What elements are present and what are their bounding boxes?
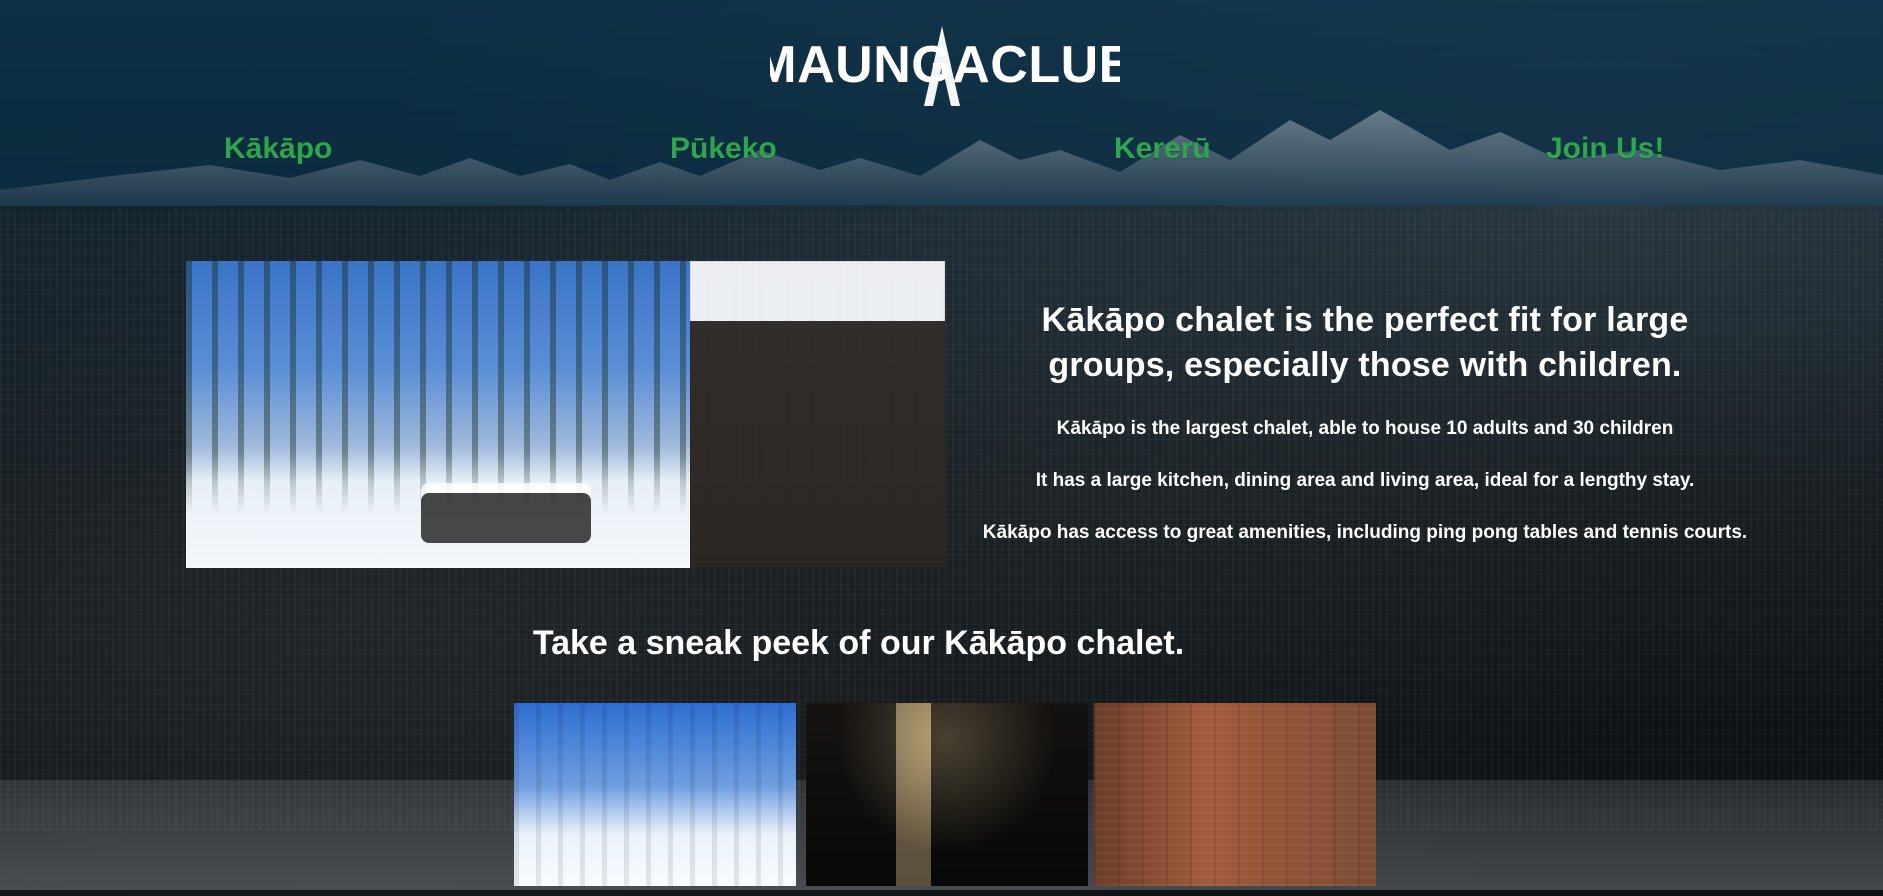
chalet-info-paragraph-2: It has a large kitchen, dining area and …	[1035, 470, 1695, 491]
gallery-thumbnail-dining[interactable]	[1094, 703, 1376, 886]
nav-item-pukeko[interactable]: Pūkeko	[670, 132, 777, 166]
hero-image	[186, 261, 945, 568]
chalet-info-paragraph-1: Kākāpo is the largest chalet, able to ho…	[1056, 418, 1674, 439]
nav-item-kakapo[interactable]: Kākāpo	[224, 132, 332, 166]
primary-nav: Kākāpo Pūkeko Kererū Join Us!	[0, 132, 1883, 182]
site-header: MAUNGACLUB Kākāpo Pūkeko Kererū Join Us!	[0, 0, 1883, 206]
logo[interactable]: MAUNGACLUB	[770, 18, 1120, 110]
chalet-gallery	[514, 703, 1376, 886]
nav-item-join-us[interactable]: Join Us!	[1546, 132, 1664, 166]
chalet-info-title: Kākāpo chalet is the perfect fit for lar…	[1041, 301, 1689, 384]
gallery-thumbnail-outdoor[interactable]	[514, 703, 796, 886]
logo-text: MAUNGACLUB	[770, 36, 1120, 94]
hero-cabin	[690, 261, 945, 568]
gallery-thumbnail-overlay	[1094, 703, 1376, 886]
nav-item-kereru[interactable]: Kererū	[1114, 132, 1211, 166]
chalet-info: Kākāpo chalet is the perfect fit for lar…	[975, 298, 1755, 546]
gallery-thumbnail-hallway[interactable]	[806, 703, 1088, 886]
gallery-thumbnail-overlay	[806, 703, 1088, 886]
chalet-info-paragraph-3: Kākāpo has access to great amenities, in…	[982, 522, 1748, 543]
logo-mark: MAUNGACLUB	[770, 26, 1120, 106]
gallery-thumbnail-overlay	[514, 703, 796, 886]
sneak-peek-title: Take a sneak peek of our Kākāpo chalet.	[532, 624, 1185, 662]
hero-picnic-table	[421, 493, 591, 543]
